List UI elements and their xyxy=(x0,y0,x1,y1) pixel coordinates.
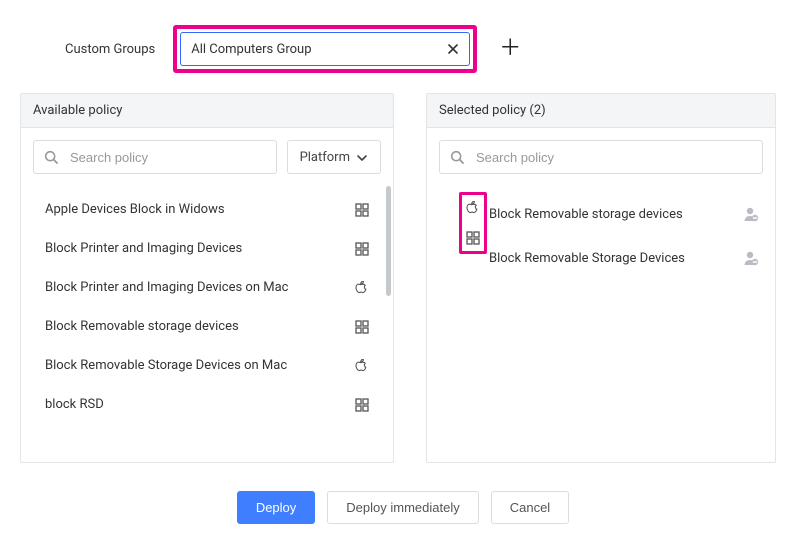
available-policy-list: Apple Devices Block in Widows Block Prin… xyxy=(21,182,389,462)
list-item-label: Block Removable Storage Devices xyxy=(489,251,735,266)
scrollbar[interactable] xyxy=(386,186,391,296)
deploy-button[interactable]: Deploy xyxy=(237,491,315,524)
chevron-down-icon xyxy=(356,152,368,162)
cancel-button[interactable]: Cancel xyxy=(491,491,569,524)
selected-policy-list: Block Removable storage devices Block Re… xyxy=(427,182,775,280)
list-item-label: Block Removable storage devices xyxy=(489,207,735,222)
search-selected-input[interactable] xyxy=(474,149,752,166)
list-item-label: Block Removable storage devices xyxy=(45,319,353,334)
remove-user-icon[interactable] xyxy=(743,206,759,222)
list-item[interactable]: Apple Devices Block in Widows xyxy=(21,190,389,229)
search-selected[interactable] xyxy=(439,140,763,174)
windows-icon xyxy=(465,230,481,246)
list-item[interactable]: Block Removable Storage Devices on Mac xyxy=(21,346,389,385)
list-item-label: Block Removable Storage Devices on Mac xyxy=(45,358,353,373)
platform-filter-button[interactable]: Platform xyxy=(287,140,381,174)
windows-icon xyxy=(353,320,371,334)
apple-icon xyxy=(353,359,371,373)
platform-filter-label: Platform xyxy=(300,150,350,165)
deploy-immediately-button[interactable]: Deploy immediately xyxy=(327,491,478,524)
search-available-input[interactable] xyxy=(68,149,266,166)
list-item[interactable]: Block Printer and Imaging Devices xyxy=(21,229,389,268)
search-icon xyxy=(450,150,464,164)
custom-groups-label: Custom Groups xyxy=(65,42,155,57)
group-chip[interactable]: All Computers Group xyxy=(180,32,470,66)
close-icon[interactable] xyxy=(447,43,459,55)
platform-icons-highlight xyxy=(459,192,487,254)
search-icon xyxy=(44,150,58,164)
list-item-label: block RSD xyxy=(45,397,353,412)
list-item[interactable]: Block Printer and Imaging Devices on Mac xyxy=(21,268,389,307)
windows-icon xyxy=(353,398,371,412)
apple-icon xyxy=(353,281,371,295)
action-bar: Deploy Deploy immediately Cancel xyxy=(0,463,806,536)
available-policy-header: Available policy xyxy=(21,94,393,128)
list-item-label: Apple Devices Block in Widows xyxy=(45,202,353,217)
remove-user-icon[interactable] xyxy=(743,250,759,266)
add-group-button[interactable]: ＋ xyxy=(499,38,521,60)
selected-policy-panel: Selected policy (2) Block Removable stor… xyxy=(426,93,776,463)
windows-icon xyxy=(353,242,371,256)
group-chip-text: All Computers Group xyxy=(191,42,311,57)
list-item-label: Block Printer and Imaging Devices on Mac xyxy=(45,280,353,295)
selected-policy-header: Selected policy (2) xyxy=(427,94,775,128)
list-item-label: Block Printer and Imaging Devices xyxy=(45,241,353,256)
list-item[interactable]: block RSD xyxy=(21,385,389,424)
group-chip-highlight: All Computers Group xyxy=(173,25,477,73)
available-policy-panel: Available policy Platform Apple Devices … xyxy=(20,93,394,463)
apple-icon xyxy=(465,200,481,216)
list-item[interactable]: Block Removable storage devices xyxy=(21,307,389,346)
windows-icon xyxy=(353,203,371,217)
search-available[interactable] xyxy=(33,140,277,174)
